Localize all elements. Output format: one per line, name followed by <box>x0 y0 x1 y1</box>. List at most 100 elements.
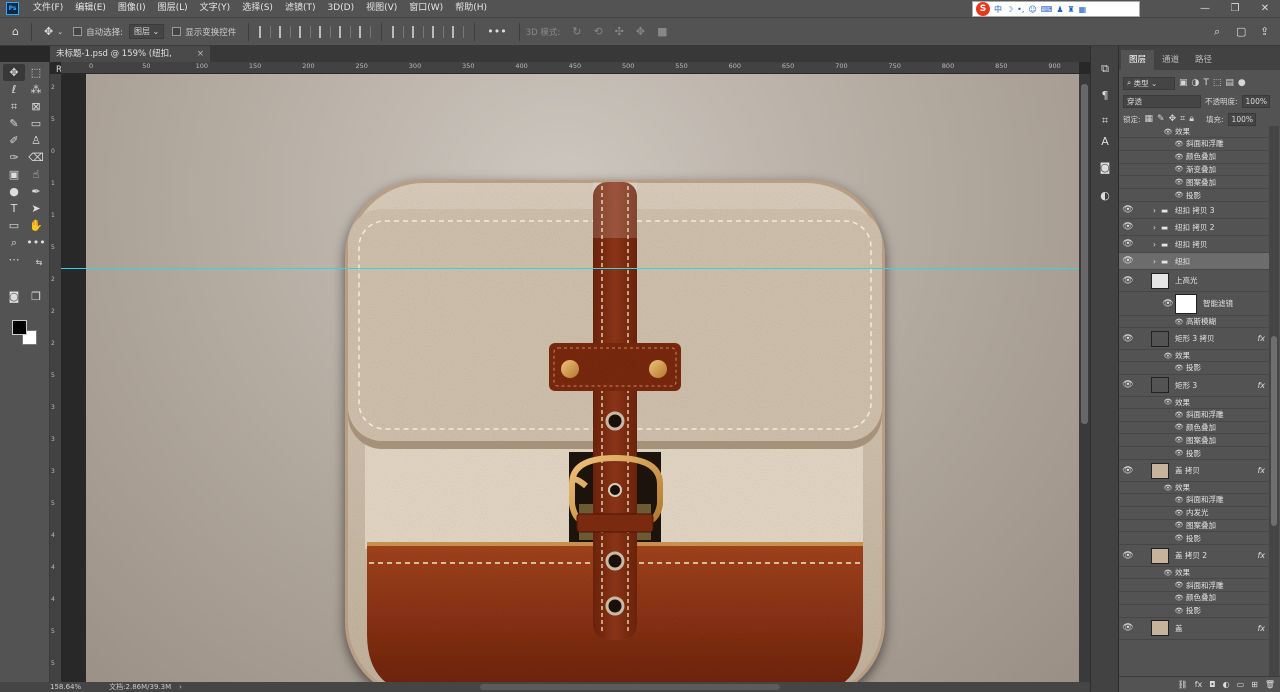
layer-row[interactable]: › ▬ 👁︎ 纽扣 <box>1119 253 1269 270</box>
new-layer-icon[interactable]: ⊞ <box>1251 680 1258 689</box>
visibility-eye-icon[interactable]: 👁︎ <box>1174 177 1184 187</box>
stamp-tool-icon[interactable]: ♙ <box>25 132 47 149</box>
rectangle-frame-icon[interactable]: ▭ <box>25 115 47 132</box>
layer-row[interactable]: 👁︎ 颜色叠加 <box>1119 592 1269 605</box>
gradient-tool-icon[interactable]: ▣ <box>3 166 25 183</box>
visibility-eye-icon[interactable]: 👁︎ <box>1122 222 1133 232</box>
menu-item[interactable]: 帮助(H) <box>449 0 493 17</box>
visibility-eye-icon[interactable]: 👁︎ <box>1163 397 1173 407</box>
more-icon[interactable]: ••• <box>487 25 506 38</box>
close-tab-icon[interactable]: × <box>197 46 204 62</box>
move-tool-icon[interactable]: ✥ <box>44 25 53 38</box>
workspace-icon[interactable]: ▢ <box>1236 25 1246 38</box>
lock-position-icon[interactable]: ✥ <box>1169 114 1177 124</box>
visibility-eye-icon[interactable]: 👁︎ <box>1174 164 1184 174</box>
align-left-icon[interactable] <box>259 25 272 38</box>
pen-tool-icon[interactable]: ✒ <box>25 183 47 200</box>
swap-colors-icon[interactable]: ⇆ <box>28 254 50 271</box>
eraser-tool-icon[interactable]: ⌫ <box>25 149 47 166</box>
marquee-tool-icon[interactable]: ⬚ <box>25 64 47 81</box>
history-icon[interactable]: ⧉ <box>1095 60 1115 78</box>
visibility-eye-icon[interactable]: 👁︎ <box>1122 380 1133 390</box>
visibility-eye-icon[interactable]: 👁︎ <box>1122 276 1133 286</box>
visibility-eye-icon[interactable]: 👁︎ <box>1174 363 1184 373</box>
adjustment-filter-icon[interactable]: ◑ <box>1192 78 1200 88</box>
blend-mode-dropdown[interactable]: 穿透 <box>1123 94 1201 108</box>
chevron-down-icon[interactable]: ⌄ <box>57 28 63 36</box>
menu-item[interactable]: 图像(I) <box>112 0 152 17</box>
pixel-filter-icon[interactable]: ▣ <box>1179 78 1188 88</box>
layer-row[interactable]: 👁︎ 效果 <box>1119 126 1269 138</box>
layers-list[interactable]: 👁︎ 效果 👁︎ 斜面和浮雕 👁︎ 颜色叠加 👁︎ 渐变叠加 👁︎ 图案叠加 👁︎ 投影 › ▬ 👁︎ 纽扣 … <box>1119 126 1269 674</box>
layer-row[interactable]: 👁︎ 盖 fx <box>1119 618 1269 640</box>
character-icon[interactable]: A <box>1095 132 1115 150</box>
smudge-tool-icon[interactable]: ☝ <box>25 166 47 183</box>
layer-row[interactable]: 👁︎ 智能滤镜 <box>1119 292 1269 316</box>
horizontal-ruler[interactable]: 0 50 100 150 200 250 300 350 400 450 500 550 600 650 7… <box>61 62 1079 74</box>
add-mask-icon[interactable]: ◘ <box>1209 680 1215 689</box>
smile-icon[interactable]: ☺ <box>1028 5 1036 14</box>
close-button[interactable]: ✕ <box>1250 0 1280 17</box>
visibility-eye-icon[interactable]: 👁︎ <box>1162 299 1173 309</box>
zoom-tool-icon[interactable]: ⌕ <box>3 234 25 251</box>
visibility-eye-icon[interactable]: 👁︎ <box>1174 495 1184 505</box>
visibility-eye-icon[interactable]: 👁︎ <box>1122 551 1133 561</box>
layer-fx-icon[interactable]: fx <box>1257 334 1265 343</box>
chevron-right-icon[interactable]: › <box>1153 240 1156 249</box>
visibility-eye-icon[interactable]: 👁︎ <box>1174 410 1184 420</box>
visibility-eye-icon[interactable]: 👁︎ <box>1163 483 1173 493</box>
ime-toolbar[interactable]: S 中 ☽ •, ☺ ⌨ ♟ ♜ ▦ <box>972 1 1140 17</box>
libraries-icon[interactable]: ◙ <box>1095 158 1115 176</box>
menu-item[interactable]: 3D(D) <box>321 0 360 17</box>
ime-mode[interactable]: 中 <box>994 4 1002 15</box>
link-layers-icon[interactable]: ⛓ <box>1178 680 1188 689</box>
restore-button[interactable]: ❐ <box>1220 0 1250 17</box>
layer-row[interactable]: 👁︎ 盖 拷贝 2 fx <box>1119 545 1269 568</box>
menu-item[interactable]: 编辑(E) <box>69 0 112 17</box>
user-icon[interactable]: ♟ <box>1056 5 1063 14</box>
moon-icon[interactable]: ☽ <box>1006 5 1013 14</box>
brush-tool-icon[interactable]: ✐ <box>3 132 25 149</box>
tab-channels[interactable]: 通道 <box>1154 50 1187 70</box>
layer-row[interactable]: 👁︎ 投影 <box>1119 362 1269 375</box>
tab-layers[interactable]: 图层 <box>1121 50 1155 70</box>
filter-toggle-icon[interactable]: ● <box>1238 78 1246 88</box>
layer-row[interactable]: 👁︎ 投影 <box>1119 447 1269 460</box>
align-top-icon[interactable] <box>319 25 332 38</box>
new-group-icon[interactable]: ▭ <box>1237 680 1245 689</box>
lock-pixels-icon[interactable]: ✎ <box>1157 114 1165 124</box>
layer-row[interactable]: 👁︎ 矩形 3 拷贝 fx <box>1119 328 1269 350</box>
layer-row[interactable]: 👁︎ 效果 <box>1119 567 1269 580</box>
show-transform-checkbox[interactable] <box>172 27 182 36</box>
foreground-color-swatch[interactable] <box>12 320 27 335</box>
document-tab[interactable]: 未标题-1.psd @ 159% (纽扣, RGB/8#) × <box>50 46 210 75</box>
dodge-tool-icon[interactable]: ● <box>3 183 25 200</box>
lasso-tool-icon[interactable]: ℓ <box>3 81 25 98</box>
chevron-right-icon[interactable]: › <box>1153 257 1156 266</box>
visibility-eye-icon[interactable]: 👁︎ <box>1174 520 1184 530</box>
edit-toolbar-icon[interactable]: ⋯ <box>3 251 25 268</box>
keyboard-icon[interactable]: ⌨ <box>1041 5 1053 14</box>
add-style-icon[interactable]: fx <box>1195 680 1203 689</box>
minimize-button[interactable]: — <box>1190 0 1220 17</box>
document-canvas[interactable] <box>86 74 1079 682</box>
shape-filter-icon[interactable]: ⬚ <box>1213 78 1222 88</box>
distribute-bottom-icon[interactable] <box>432 25 445 38</box>
layer-row[interactable]: 👁︎ 效果 <box>1119 397 1269 409</box>
align-middle-icon[interactable] <box>339 25 352 38</box>
crop-tool-icon[interactable]: ⌗ <box>3 98 25 115</box>
layer-row[interactable]: 👁︎ 高斯模糊 <box>1119 316 1269 328</box>
punctuation-icon[interactable]: •, <box>1017 5 1024 14</box>
distribute-left-icon[interactable] <box>452 25 465 38</box>
visibility-eye-icon[interactable]: 👁︎ <box>1174 533 1184 543</box>
path-selection-icon[interactable]: ➤ <box>25 200 47 217</box>
visibility-eye-icon[interactable]: 👁︎ <box>1122 466 1133 476</box>
adjustments-icon[interactable]: ◐ <box>1095 186 1115 204</box>
hand-tool-icon[interactable]: ✋ <box>25 217 47 234</box>
chevron-right-icon[interactable]: › <box>1153 206 1156 215</box>
3d-orbit-icon[interactable]: ↻ <box>572 25 581 38</box>
layer-filter-dropdown[interactable]: ⌕ 类型 ⌄ <box>1123 76 1175 90</box>
layer-row[interactable]: 👁︎ 盖 拷贝 fx <box>1119 460 1269 482</box>
adjustment-layer-icon[interactable]: ◐ <box>1223 680 1230 689</box>
auto-select-checkbox[interactable] <box>73 27 83 36</box>
